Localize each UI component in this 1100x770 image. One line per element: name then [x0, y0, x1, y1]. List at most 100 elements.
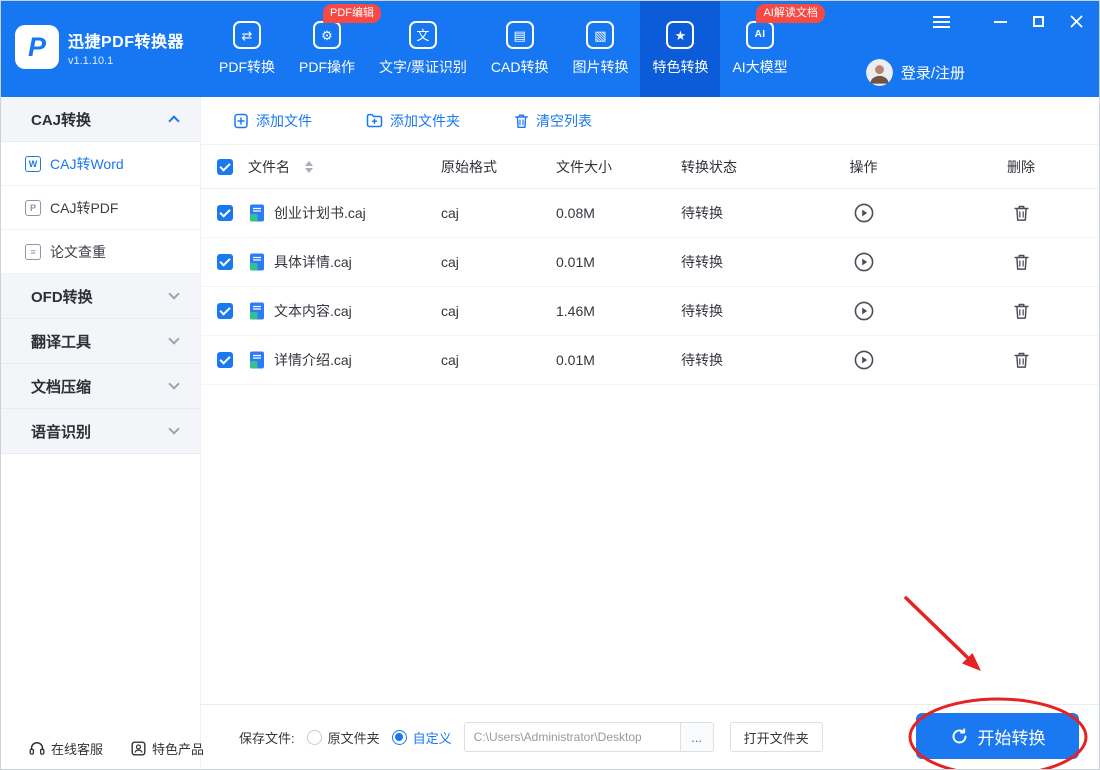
headset-icon: [29, 742, 45, 755]
nav-item-cad-convert[interactable]: ▤ CAD转换: [479, 1, 561, 97]
nav-label: 图片转换: [572, 59, 629, 75]
app-meta: 迅捷PDF转换器 v1.1.10.1: [68, 28, 184, 67]
featured-products-link[interactable]: 特色产品: [131, 739, 204, 758]
image-icon: ▧: [586, 21, 615, 49]
icon-glyph: ▤: [513, 27, 526, 43]
save-path-input[interactable]: [463, 722, 680, 752]
radio-custom-folder[interactable]: 自定义: [391, 728, 452, 747]
sidebar-group-ofd-convert[interactable]: OFD转换: [1, 274, 200, 319]
add-file-button[interactable]: 添加文件: [233, 111, 312, 131]
login-label: 登录/注册: [900, 65, 965, 82]
sidebar-item-paper-check[interactable]: ≡ 论文查重: [1, 230, 200, 274]
play-circle-icon: [854, 203, 873, 223]
nav-item-ocr[interactable]: 文 文字/票证识别: [367, 1, 479, 97]
row-checkbox[interactable]: [216, 303, 233, 319]
nav-item-image-convert[interactable]: ▧ 图片转换: [560, 1, 640, 97]
sidebar-item-caj-to-pdf[interactable]: P CAJ转PDF: [1, 186, 200, 230]
add-folder-button[interactable]: 添加文件夹: [366, 111, 460, 131]
sidebar-group-speech-recognition[interactable]: 语音识别: [1, 409, 200, 454]
add-folder-icon: [366, 113, 383, 128]
save-location-label: 保存文件:: [239, 730, 295, 746]
ocr-icon: 文: [408, 21, 437, 49]
maximize-button[interactable]: [1033, 16, 1044, 27]
play-circle-icon: [854, 350, 873, 370]
gear-icon: ⚙: [313, 21, 341, 49]
app-window: P 迅捷PDF转换器 v1.1.10.1 ⇄ PDF转换 PDF编辑 ⚙ PDF…: [0, 0, 1100, 770]
start-convert-button[interactable]: 开始转换: [916, 713, 1079, 759]
radio-unchecked-icon: [306, 729, 322, 745]
column-header-action: 操作: [849, 158, 878, 175]
nav-item-ai-model[interactable]: AI解读文档 AI AI大模型: [720, 1, 825, 97]
main-nav: ⇄ PDF转换 PDF编辑 ⚙ PDF操作 文 文字/票证识别 ▤ CAD转换 …: [207, 1, 825, 97]
word-file-icon: W: [25, 155, 41, 172]
row-checkbox[interactable]: [216, 205, 233, 221]
file-toolbar: 添加文件 添加文件夹 清空列表: [201, 97, 1099, 145]
file-format: caj: [441, 254, 459, 270]
delete-row-button[interactable]: [1013, 253, 1030, 271]
file-format: caj: [441, 205, 459, 221]
column-header-size: 文件大小: [556, 158, 612, 175]
clear-list-button[interactable]: 清空列表: [514, 111, 592, 131]
file-name: 详情介绍.caj: [274, 352, 352, 368]
table-header: 文件名 原始格式 文件大小 转换状态 操作 删除: [201, 145, 1099, 189]
file-size: 0.01M: [556, 254, 595, 270]
sidebar-group-translate-tools[interactable]: 翻译工具: [1, 319, 200, 364]
browse-button[interactable]: ...: [679, 722, 714, 752]
radio-label: 原文件夹: [327, 730, 380, 746]
sort-icon[interactable]: [305, 160, 313, 173]
sidebar-item-caj-to-word[interactable]: W CAJ转Word: [1, 142, 200, 186]
nav-item-pdf-convert[interactable]: ⇄ PDF转换: [207, 1, 287, 97]
file-format: caj: [441, 303, 459, 319]
save-path-group: ...: [463, 722, 714, 752]
nav-label: 文字/票证识别: [379, 59, 467, 75]
row-checkbox[interactable]: [216, 254, 233, 270]
online-service-link[interactable]: 在线客服: [29, 739, 103, 758]
minimize-button[interactable]: [994, 20, 1007, 23]
row-checkbox[interactable]: [216, 352, 233, 368]
delete-row-button[interactable]: [1013, 204, 1030, 222]
radio-label: 自定义: [412, 730, 452, 746]
file-size: 0.01M: [556, 352, 595, 368]
radio-checked-icon: [391, 729, 407, 745]
nav-label: PDF转换: [219, 59, 275, 75]
pdf-convert-icon: ⇄: [233, 21, 261, 49]
header: P 迅捷PDF转换器 v1.1.10.1 ⇄ PDF转换 PDF编辑 ⚙ PDF…: [1, 1, 1099, 97]
trash-icon: [1013, 254, 1029, 270]
start-row-convert-button[interactable]: [853, 202, 875, 224]
button-label: 开始转换: [977, 728, 1046, 748]
group-label: CAJ转换: [31, 111, 92, 129]
icon-glyph: 文: [416, 27, 430, 43]
group-label: 语音识别: [31, 423, 92, 441]
sidebar-item-label: CAJ转PDF: [50, 199, 119, 216]
login-area[interactable]: 登录/注册: [865, 59, 965, 86]
file-format: caj: [441, 352, 459, 368]
sidebar-group-doc-compress[interactable]: 文档压缩: [1, 364, 200, 409]
document-icon: ≡: [25, 243, 41, 260]
app-version: v1.1.10.1: [68, 54, 114, 67]
nav-item-pdf-operations[interactable]: PDF编辑 ⚙ PDF操作: [287, 1, 381, 97]
open-folder-button[interactable]: 打开文件夹: [729, 722, 823, 752]
convert-status: 待转换: [681, 205, 723, 221]
start-row-convert-button[interactable]: [853, 300, 875, 322]
nav-label: PDF操作: [299, 59, 355, 75]
link-label: 在线客服: [51, 742, 104, 757]
trash-icon: [1013, 205, 1029, 221]
nav-item-special-convert[interactable]: ★ 特色转换: [640, 1, 721, 97]
close-button[interactable]: [1070, 15, 1083, 28]
sidebar-group-caj-convert[interactable]: CAJ转换: [1, 97, 200, 142]
menu-icon[interactable]: [933, 15, 950, 28]
delete-row-button[interactable]: [1013, 351, 1030, 369]
start-row-convert-button[interactable]: [853, 251, 875, 273]
radio-original-folder[interactable]: 原文件夹: [306, 728, 380, 747]
play-circle-icon: [854, 301, 873, 321]
select-all-checkbox[interactable]: [216, 158, 233, 175]
start-row-convert-button[interactable]: [853, 349, 875, 371]
chevron-down-icon: [168, 333, 180, 345]
footer-links: 在线客服 特色产品: [29, 739, 204, 758]
group-label: 文档压缩: [31, 378, 92, 396]
delete-row-button[interactable]: [1013, 302, 1030, 320]
chevron-down-icon: [168, 423, 180, 435]
trash-icon: [1013, 303, 1029, 319]
caj-file-icon: [250, 253, 264, 271]
table-row: 文本内容.caj caj 1.46M 待转换: [201, 287, 1099, 336]
